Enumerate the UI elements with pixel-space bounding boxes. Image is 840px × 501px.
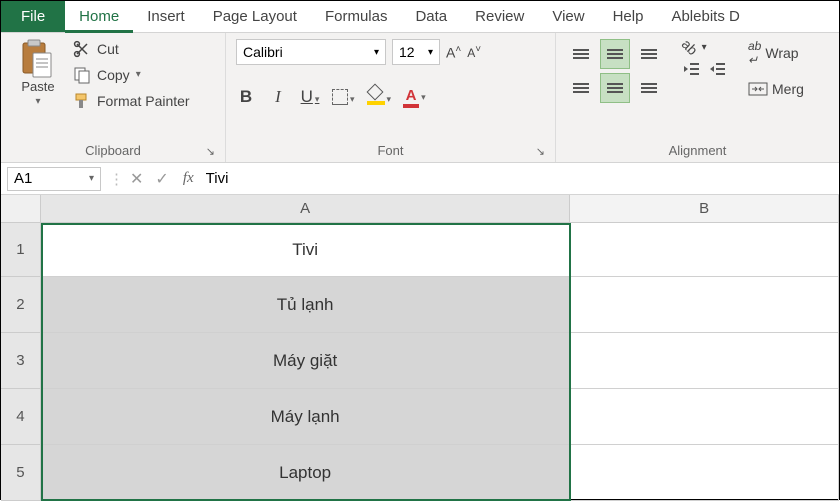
font-family-value: Calibri xyxy=(243,44,283,60)
copy-icon xyxy=(73,66,91,84)
formula-input[interactable] xyxy=(202,170,839,187)
cell-a5[interactable]: Laptop xyxy=(41,445,570,501)
cell-a4[interactable]: Máy lạnh xyxy=(41,389,570,445)
chevron-down-icon: ▾ xyxy=(136,65,141,85)
dialog-launcher-icon[interactable]: ↘ xyxy=(536,145,545,158)
chevron-down-icon: ▾ xyxy=(35,96,40,107)
menu-insert[interactable]: Insert xyxy=(133,1,199,32)
row-header-5[interactable]: 5 xyxy=(1,445,41,501)
fill-color-button[interactable]: ▾ xyxy=(367,86,392,107)
name-box[interactable]: A1 ▾ xyxy=(7,167,101,191)
border-icon xyxy=(332,89,348,105)
chevron-down-icon: ▾ xyxy=(428,47,433,58)
font-color-button[interactable]: A▾ xyxy=(403,85,426,108)
alignment-grid xyxy=(566,39,664,103)
menu-ablebits[interactable]: Ablebits D xyxy=(657,1,753,32)
worksheet-grid[interactable]: A B 1 Tivi 2 Tủ lạnh 3 Máy giặt 4 Máy lạ… xyxy=(1,195,839,501)
group-alignment: ab▾ ab↵ Wrap Merg xyxy=(556,33,839,162)
cell-b3[interactable] xyxy=(570,333,839,389)
column-header-a[interactable]: A xyxy=(41,195,570,223)
cell-a1[interactable]: Tivi xyxy=(41,223,570,277)
font-group-label: Font xyxy=(377,143,403,158)
select-all-corner[interactable] xyxy=(1,195,41,223)
outdent-icon xyxy=(682,61,700,77)
align-center[interactable] xyxy=(600,73,630,103)
menu-review[interactable]: Review xyxy=(461,1,538,32)
font-size-value: 12 xyxy=(399,44,415,60)
font-size-select[interactable]: 12 ▾ xyxy=(392,39,440,65)
chevron-down-icon: ▾ xyxy=(702,42,707,53)
align-top-left[interactable] xyxy=(566,39,596,69)
column-header-b[interactable]: B xyxy=(570,195,839,223)
merge-button[interactable]: Merg xyxy=(748,81,804,97)
cell-b5[interactable] xyxy=(570,445,839,501)
cut-button[interactable]: Cut xyxy=(73,39,190,59)
bucket-icon xyxy=(367,86,385,102)
bold-button[interactable]: B xyxy=(236,87,256,107)
fx-icon[interactable]: fx xyxy=(175,170,202,187)
font-family-select[interactable]: Calibri ▾ xyxy=(236,39,386,65)
menu-home[interactable]: Home xyxy=(65,1,133,33)
paste-label: Paste xyxy=(21,79,54,94)
cell-a2[interactable]: Tủ lạnh xyxy=(41,277,570,333)
align-top-center[interactable] xyxy=(600,39,630,69)
align-top-right[interactable] xyxy=(634,39,664,69)
menu-view[interactable]: View xyxy=(538,1,598,32)
row-header-4[interactable]: 4 xyxy=(1,389,41,445)
italic-button[interactable]: I xyxy=(268,87,288,107)
formula-bar: A1 ▾ ⋮ ✕ ✓ fx xyxy=(1,163,839,195)
borders-button[interactable]: ▾ xyxy=(332,87,355,107)
cell-a3[interactable]: Máy giặt xyxy=(41,333,570,389)
menu-formulas[interactable]: Formulas xyxy=(311,1,402,32)
chevron-down-icon: ▾ xyxy=(374,47,379,58)
vertical-dots-icon: ⋮ xyxy=(109,170,124,188)
cut-label: Cut xyxy=(97,39,119,59)
cell-b1[interactable] xyxy=(570,223,839,277)
merge-icon xyxy=(748,82,768,96)
cell-b4[interactable] xyxy=(570,389,839,445)
enter-button[interactable]: ✓ xyxy=(149,169,174,189)
dialog-launcher-icon[interactable]: ↘ xyxy=(206,145,215,158)
ribbon: Paste ▾ Cut Copy ▾ Format Painter C xyxy=(1,33,839,163)
chevron-down-icon: ▾ xyxy=(89,173,94,184)
scissors-icon xyxy=(73,40,91,58)
wrap-text-button[interactable]: ab↵ Wrap xyxy=(748,39,804,67)
menu-page-layout[interactable]: Page Layout xyxy=(199,1,311,32)
wrap-icon: ab↵ xyxy=(748,39,761,67)
menu-help[interactable]: Help xyxy=(599,1,658,32)
cell-b2[interactable] xyxy=(570,277,839,333)
copy-label: Copy xyxy=(97,65,130,85)
menu-bar: File Home Insert Page Layout Formulas Da… xyxy=(1,1,839,33)
orientation-icon: ab xyxy=(679,36,701,58)
align-right[interactable] xyxy=(634,73,664,103)
menu-data[interactable]: Data xyxy=(401,1,461,32)
group-clipboard: Paste ▾ Cut Copy ▾ Format Painter C xyxy=(1,33,226,162)
underline-button[interactable]: U▾ xyxy=(300,87,320,107)
align-left[interactable] xyxy=(566,73,596,103)
clipboard-icon xyxy=(21,39,55,79)
format-painter-label: Format Painter xyxy=(97,91,190,111)
clipboard-group-label: Clipboard xyxy=(85,143,141,158)
paste-button[interactable]: Paste ▾ xyxy=(11,39,65,107)
group-font: Calibri ▾ 12 ▾ A˄ A˅ B I U▾ ▾ ▾ A▾ Font↘ xyxy=(226,33,556,162)
indent-icon xyxy=(708,61,726,77)
menu-file[interactable]: File xyxy=(1,1,65,32)
orientation-button[interactable]: ab▾ xyxy=(682,39,726,55)
font-color-icon: A xyxy=(403,85,419,108)
decrease-font-button[interactable]: A˅ xyxy=(467,44,481,60)
row-header-3[interactable]: 3 xyxy=(1,333,41,389)
cancel-button[interactable]: ✕ xyxy=(124,169,149,189)
row-header-1[interactable]: 1 xyxy=(1,223,41,277)
increase-indent-button[interactable] xyxy=(708,61,726,77)
increase-font-button[interactable]: A˄ xyxy=(446,44,461,61)
name-box-value: A1 xyxy=(14,170,32,187)
format-painter-button[interactable]: Format Painter xyxy=(73,91,190,111)
decrease-indent-button[interactable] xyxy=(682,61,700,77)
copy-button[interactable]: Copy ▾ xyxy=(73,65,190,85)
merge-label: Merg xyxy=(772,81,804,97)
paintbrush-icon xyxy=(73,92,91,110)
alignment-group-label: Alignment xyxy=(669,143,727,158)
row-header-2[interactable]: 2 xyxy=(1,277,41,333)
wrap-label: Wrap xyxy=(765,45,798,61)
